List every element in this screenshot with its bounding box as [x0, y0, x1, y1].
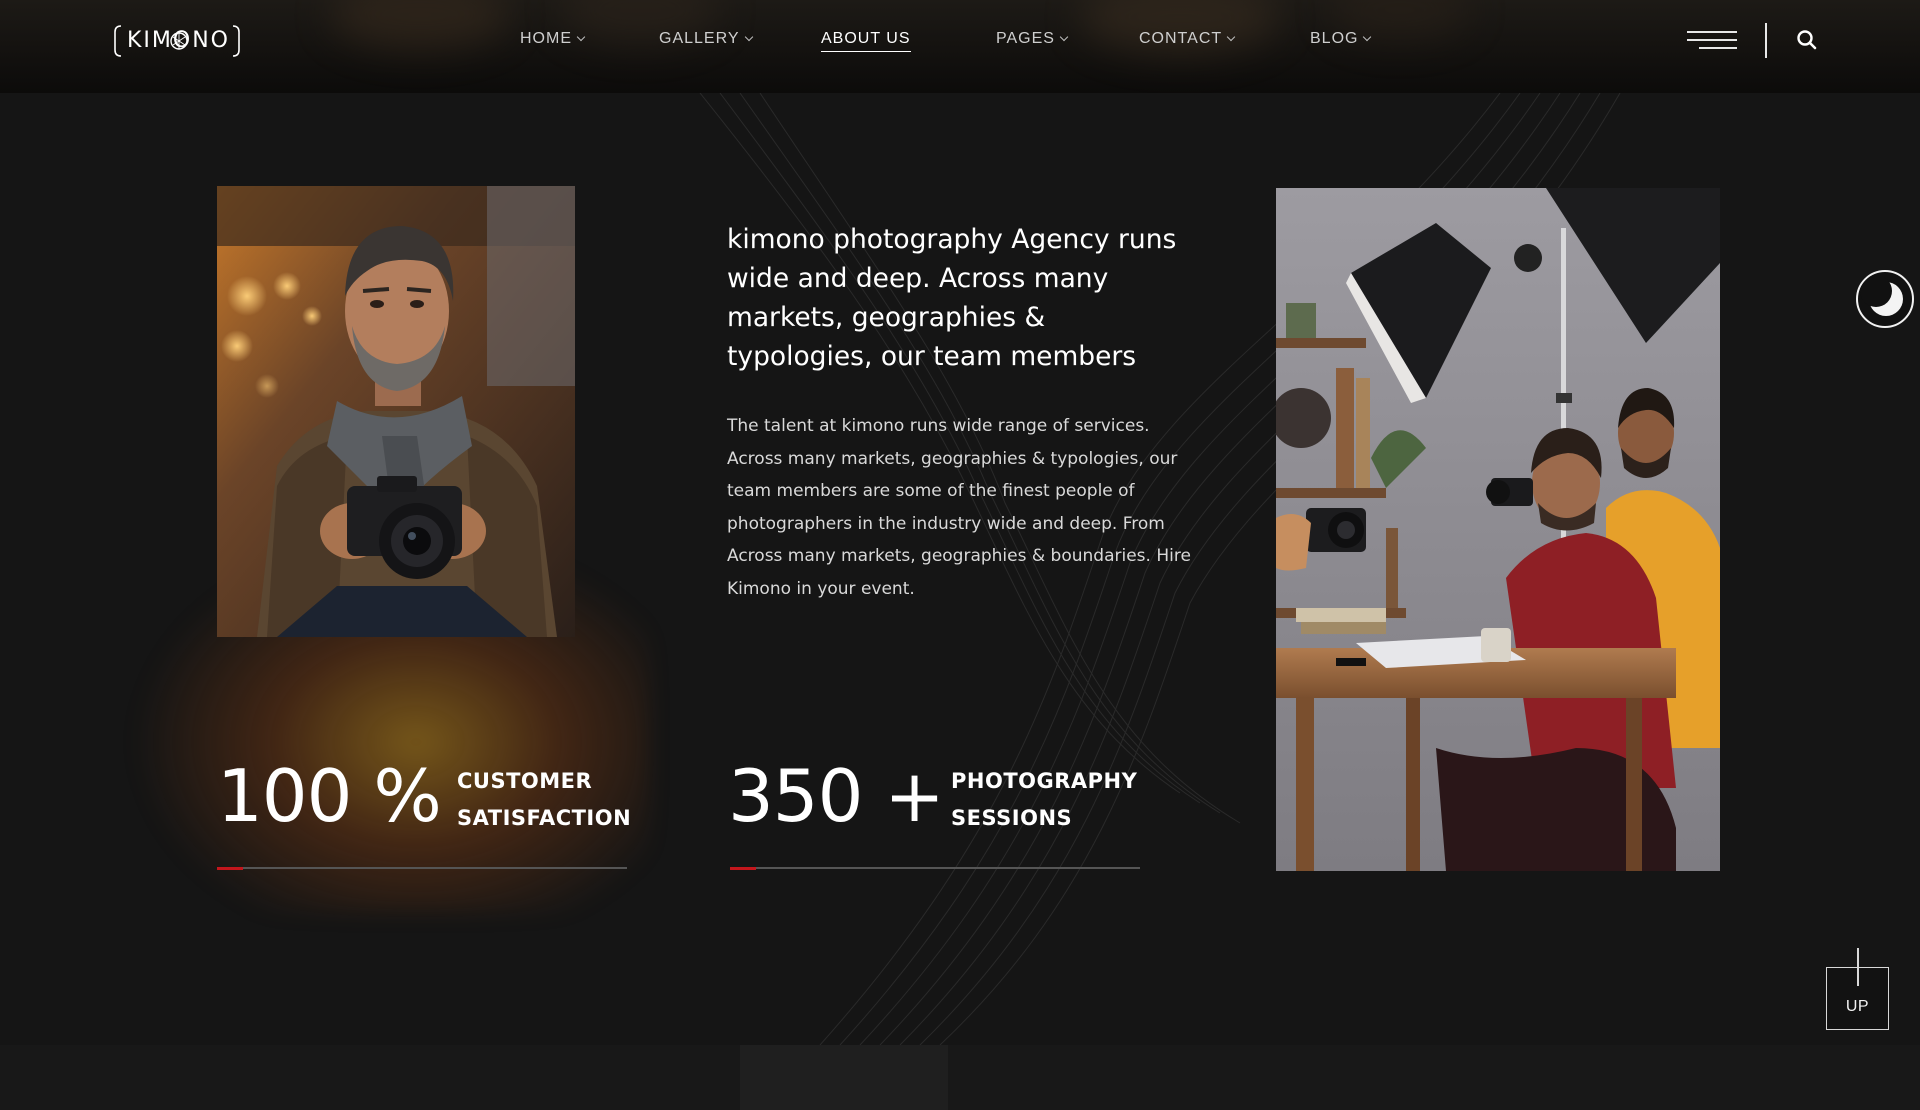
chevron-down-icon: [1226, 32, 1236, 42]
stat-label-line: CUSTOMER: [457, 769, 593, 793]
stat-label: PHOTOGRAPHY SESSIONS: [951, 763, 1137, 837]
chevron-down-icon: [1363, 32, 1372, 42]
stat-customer-satisfaction: 100 % CUSTOMER SATISFACTION: [217, 753, 637, 873]
moon-icon[interactable]: [1856, 270, 1914, 328]
nav-label: ABOUT US: [821, 30, 911, 52]
site-header: KIMONO HOME GALLERY ABOUT US PAGES CONTA…: [0, 0, 1920, 93]
chevron-down-icon: [1059, 32, 1069, 42]
nav-label: BLOG: [1310, 30, 1359, 47]
search-icon[interactable]: [1795, 28, 1819, 52]
about-section: kimono photography Agency runs wide and …: [0, 93, 1920, 1045]
nav-label: CONTACT: [1139, 30, 1223, 47]
stat-label: CUSTOMER SATISFACTION: [457, 763, 631, 837]
stat-progress-accent: [217, 866, 243, 870]
studio-session-image: [1276, 188, 1720, 871]
nav-label: PAGES: [996, 30, 1055, 47]
stat-photography-sessions: 350 + PHOTOGRAPHY SESSIONS: [728, 753, 1168, 873]
main-navigation: HOME GALLERY ABOUT US PAGES CONTACT BLOG: [0, 0, 1920, 80]
photographer-portrait-image: [217, 186, 575, 637]
chevron-down-icon: [576, 32, 586, 42]
nav-label: HOME: [520, 30, 572, 47]
stat-progress-line: [217, 866, 627, 870]
stat-progress-line: [730, 866, 1140, 870]
nav-item-pages[interactable]: PAGES: [996, 30, 1069, 48]
header-divider: [1765, 23, 1767, 58]
scroll-up-label: UP: [1845, 998, 1870, 1015]
stat-label-line: PHOTOGRAPHY: [951, 769, 1138, 793]
next-section-block: [740, 1045, 948, 1110]
nav-item-about-us[interactable]: ABOUT US: [821, 30, 911, 52]
nav-item-gallery[interactable]: GALLERY: [659, 30, 753, 48]
about-body-text: The talent at kimono runs wide range of …: [727, 416, 1191, 599]
stat-progress-accent: [730, 866, 756, 870]
stat-label-line: SATISFACTION: [457, 806, 632, 830]
stat-label-line: SESSIONS: [951, 806, 1073, 830]
arrow-up-icon: [1857, 948, 1859, 986]
hamburger-icon[interactable]: [1687, 31, 1737, 49]
stat-value: 100 %: [217, 754, 442, 838]
scroll-up-button[interactable]: UP: [1826, 948, 1889, 1030]
nav-label: GALLERY: [659, 30, 740, 47]
stat-value: 350 +: [728, 754, 945, 838]
chevron-down-icon: [744, 32, 753, 42]
next-section-strip: [0, 1045, 1920, 1110]
nav-item-blog[interactable]: BLOG: [1310, 30, 1372, 48]
nav-item-home[interactable]: HOME: [520, 30, 586, 48]
nav-item-contact[interactable]: CONTACT: [1139, 30, 1236, 48]
about-headline: kimono photography Agency runs wide and …: [727, 224, 1177, 372]
